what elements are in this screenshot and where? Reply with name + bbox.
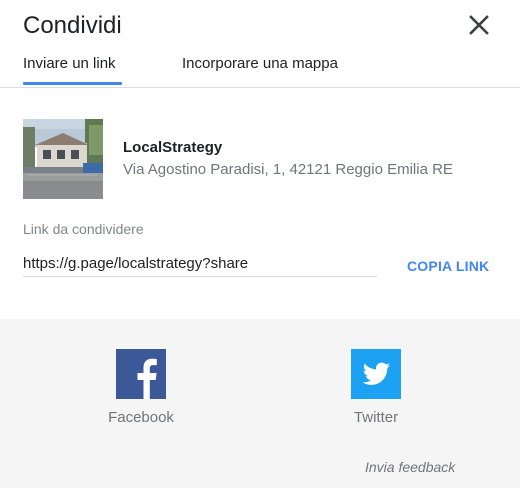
twitter-icon[interactable]	[351, 349, 401, 399]
twitter-label[interactable]: Twitter	[326, 408, 426, 428]
tab-embed-map[interactable]: Incorporare una mappa	[182, 54, 338, 74]
place-thumbnail	[23, 119, 103, 199]
copy-link-button[interactable]: COPIA LINK	[407, 256, 489, 276]
place-address: Via Agostino Paradisi, 1, 42121 Reggio E…	[123, 161, 453, 178]
active-tab-indicator	[23, 82, 122, 85]
facebook-icon[interactable]	[116, 349, 166, 399]
share-dialog: Condividi Inviare un link Incorporare un…	[0, 0, 520, 488]
place-name: LocalStrategy	[123, 139, 223, 156]
dialog-title: Condividi	[23, 12, 122, 39]
share-link-input[interactable]	[23, 251, 377, 277]
facebook-label[interactable]: Facebook	[90, 408, 192, 428]
close-icon[interactable]	[464, 10, 494, 40]
send-feedback-link[interactable]: Invia feedback	[365, 457, 455, 477]
link-label: Link da condividere	[23, 221, 144, 237]
tab-send-link[interactable]: Inviare un link	[23, 54, 116, 74]
tabs-divider	[0, 87, 520, 88]
